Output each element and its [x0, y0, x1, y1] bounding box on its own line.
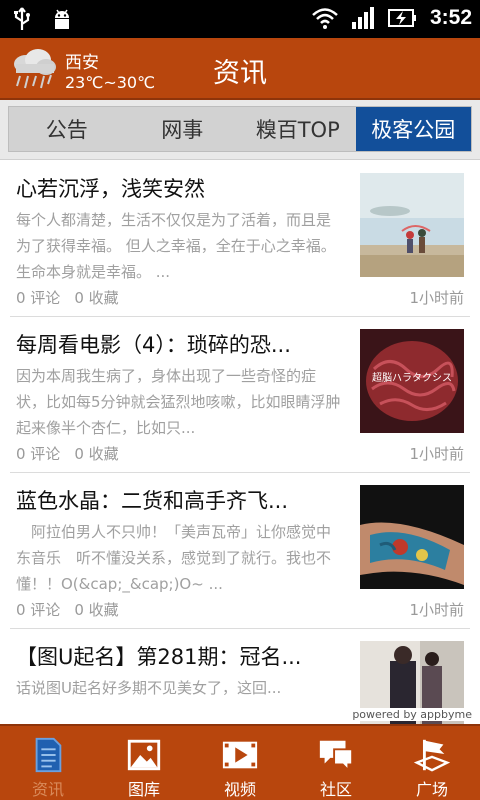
nav-label: 视频	[223, 780, 256, 799]
article-item[interactable]: 蓝色水晶：二货和高手齐飞... 阿拉伯男人不只帅！「美声瓦帝」让你感觉中东音乐 …	[0, 473, 480, 629]
gallery-icon	[127, 739, 161, 771]
article-summary: 阿拉伯男人不只帅！「美声瓦帝」让你感觉中东音乐 听不懂没关系，感觉到了就行。我也…	[16, 523, 332, 593]
article-time: 1小时前	[409, 289, 464, 307]
video-icon	[222, 741, 258, 769]
article-time: 1小时前	[409, 445, 464, 463]
article-summary: 话说图U起名好多期不见美女了，这回...	[16, 679, 282, 697]
favorite-count: 0 收藏	[74, 289, 119, 307]
nav-label: 社区	[319, 780, 352, 799]
article-list[interactable]: 心若沉浮，浅笑安然 每个人都清楚，生活不仅仅是为了活着，而且是为了获得幸福。 但…	[0, 161, 480, 724]
status-bar: 3:52	[0, 0, 480, 38]
wifi-icon	[312, 8, 338, 29]
article-title: 每周看电影（4）：琐碎的恐...	[16, 333, 291, 357]
article-item[interactable]: 心若沉浮，浅笑安然 每个人都清楚，生活不仅仅是为了活着，而且是为了获得幸福。 但…	[0, 161, 480, 317]
signal-icon	[351, 7, 374, 29]
article-summary: 每个人都清楚，生活不仅仅是为了活着，而且是为了获得幸福。 但人之幸福，全在于心之…	[16, 211, 336, 281]
article-time: 1小时前	[409, 601, 464, 619]
article-title: 【图U起名】第281期：冠名...	[16, 645, 302, 669]
favorite-count: 0 收藏	[74, 601, 119, 619]
page-title: 资讯	[213, 58, 267, 89]
favorite-count: 0 收藏	[74, 445, 119, 463]
nav-video[interactable]: 视频	[192, 726, 288, 800]
bottom-navigation: 资讯 图库 视频 社区 广场	[0, 724, 480, 800]
poster-title: 超脳ハラタクシス	[372, 371, 452, 384]
tab-announcements[interactable]: 公告	[9, 107, 125, 151]
article-thumbnail	[360, 485, 464, 589]
tab-qiubai-top[interactable]: 糗百TOP	[240, 107, 356, 151]
comment-count: 0 评论	[16, 445, 61, 463]
nav-label: 广场	[415, 780, 448, 799]
article-thumbnail: 超脳ハラタクシス	[360, 329, 464, 433]
category-tab-bar: 公告 网事 糗百TOP 极客公园	[0, 100, 480, 160]
nav-news[interactable]: 资讯	[0, 726, 96, 800]
android-debug-icon	[55, 9, 69, 29]
nav-gallery[interactable]: 图库	[96, 726, 192, 800]
app-header: 西安 23℃~30℃ 资讯	[0, 38, 480, 100]
tab-web-news[interactable]: 网事	[125, 107, 241, 151]
battery-charging-icon	[387, 9, 416, 27]
article-summary: 因为本周我生病了，身体出现了一些奇怪的症状，比如每5分钟就会猛烈地咳嗽，比如眼睛…	[16, 367, 341, 437]
article-item[interactable]: 每周看电影（4）：琐碎的恐... 因为本周我生病了，身体出现了一些奇怪的症状，比…	[0, 317, 480, 473]
comment-count: 0 评论	[16, 601, 61, 619]
article-title: 心若沉浮，浅笑安然	[16, 177, 205, 201]
article-thumbnail	[360, 173, 464, 277]
news-icon	[35, 737, 62, 773]
status-clock: 3:52	[429, 6, 472, 29]
nav-plaza[interactable]: 广场	[384, 726, 480, 800]
usb-icon	[14, 7, 30, 30]
nav-label: 资讯	[31, 780, 64, 799]
community-icon	[319, 740, 354, 773]
nav-community[interactable]: 社区	[288, 726, 384, 800]
plaza-icon	[413, 739, 451, 772]
comment-count: 0 评论	[16, 289, 61, 307]
powered-by-label: powered by appbyme	[352, 708, 472, 721]
nav-label: 图库	[127, 780, 160, 799]
tab-geek-park[interactable]: 极客公园	[355, 107, 471, 151]
article-title: 蓝色水晶：二货和高手齐飞...	[16, 489, 289, 513]
